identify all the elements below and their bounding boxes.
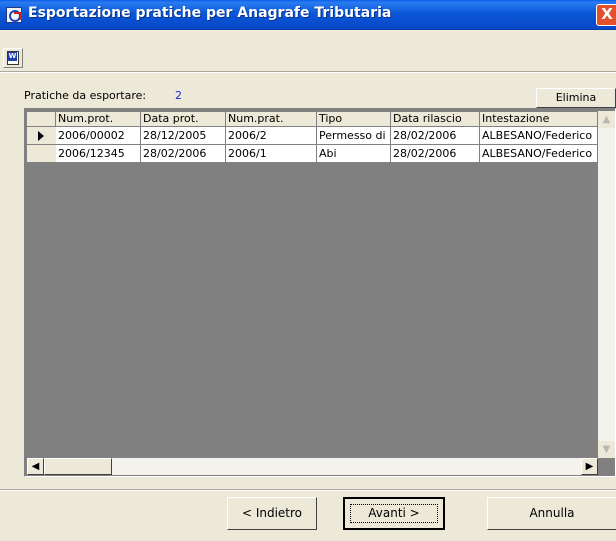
table-cell[interactable]: 2006/00002: [56, 127, 141, 145]
next-button[interactable]: Avanti >: [343, 497, 445, 530]
vertical-scrollbar[interactable]: ▲ ▼: [598, 111, 615, 458]
scroll-up-icon[interactable]: ▲: [598, 111, 615, 128]
table-cell[interactable]: ALBESANO/Federico: [480, 127, 598, 145]
table-cell[interactable]: 28/02/2006: [141, 145, 226, 163]
current-row-arrow-icon: [38, 131, 44, 141]
pratiche-grid[interactable]: Num.prot. Data prot. Num.prat. Tipo Data…: [24, 108, 616, 477]
grid-corner: [27, 112, 56, 126]
scroll-down-icon[interactable]: ▼: [598, 441, 615, 458]
scroll-thumb[interactable]: [44, 458, 112, 475]
scroll-right-icon[interactable]: ▶: [581, 458, 598, 475]
table-cell[interactable]: 2006/1: [226, 145, 317, 163]
pratiche-count: 2: [175, 89, 182, 102]
table-cell[interactable]: ALBESANO/Federico: [480, 145, 598, 163]
focus-ring: [350, 504, 438, 523]
table-cell[interactable]: 2006/12345: [56, 145, 141, 163]
row-selector[interactable]: [27, 127, 58, 145]
table-cell[interactable]: 2006/2: [226, 127, 317, 145]
cancel-button[interactable]: Annulla: [487, 497, 616, 530]
table-cell[interactable]: Permesso di: [317, 127, 391, 145]
pratiche-label: Pratiche da esportare:: [24, 89, 147, 102]
word-document-icon: [7, 51, 19, 65]
column-header[interactable]: Data prot.: [141, 112, 226, 126]
back-button[interactable]: < Indietro: [227, 497, 317, 530]
column-header[interactable]: Num.prot.: [56, 112, 141, 126]
horizontal-scrollbar[interactable]: ◀ ▶: [27, 458, 598, 475]
window-title: Esportazione pratiche per Anagrafe Tribu…: [28, 5, 392, 21]
row-selector[interactable]: [27, 145, 58, 163]
app-icon: [6, 7, 22, 23]
close-button[interactable]: X: [596, 4, 616, 26]
title-bar: Esportazione pratiche per Anagrafe Tribu…: [0, 0, 616, 30]
footer-divider: [0, 489, 616, 491]
table-cell[interactable]: Abi: [317, 145, 391, 163]
elimina-button[interactable]: Elimina: [536, 88, 616, 108]
column-header[interactable]: Intestazione: [480, 112, 598, 126]
column-header[interactable]: Num.prat.: [226, 112, 317, 126]
column-header[interactable]: Data rilascio: [391, 112, 480, 126]
table-cell[interactable]: 28/02/2006: [391, 145, 480, 163]
table-cell[interactable]: 28/02/2006: [391, 127, 480, 145]
toolbar-divider: [0, 71, 616, 73]
column-header[interactable]: Tipo: [317, 112, 391, 126]
export-word-button[interactable]: [3, 48, 23, 68]
table-cell[interactable]: 28/12/2005: [141, 127, 226, 145]
scroll-left-icon[interactable]: ◀: [27, 458, 44, 475]
